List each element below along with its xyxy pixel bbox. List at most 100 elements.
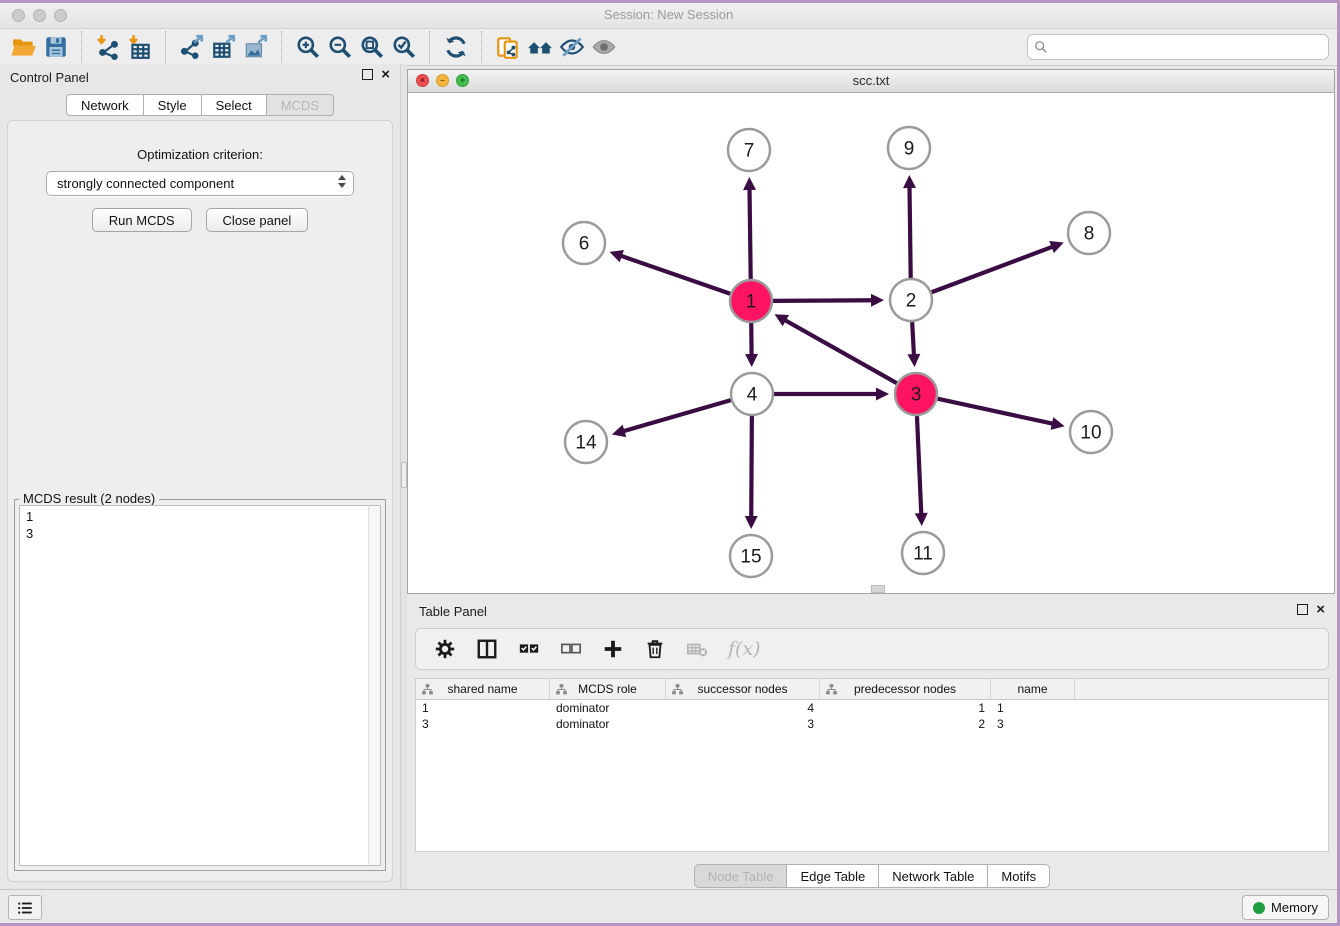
list-icon: [16, 899, 34, 917]
table-settings-gear-icon[interactable]: [434, 638, 456, 660]
table-row[interactable]: 3dominator323: [416, 716, 1328, 732]
select-all-rows-icon[interactable]: [518, 638, 540, 660]
edge-1-7[interactable]: [749, 186, 750, 279]
table-cell[interactable]: dominator: [550, 700, 666, 716]
export-network-icon: [179, 34, 205, 60]
close-panel-icon[interactable]: ×: [381, 69, 390, 80]
zoom-selected-button[interactable]: [388, 32, 420, 62]
run-mcds-button[interactable]: Run MCDS: [92, 208, 192, 232]
edge-4-14[interactable]: [621, 400, 731, 432]
network-window-title: scc.txt: [408, 73, 1334, 88]
edge-1-2[interactable]: [773, 300, 875, 301]
panel-splitter[interactable]: [400, 64, 407, 890]
mcds-result-text[interactable]: 1 3: [19, 505, 381, 866]
task-history-button[interactable]: [8, 895, 42, 920]
import-network-button[interactable]: [92, 32, 124, 62]
edge-4-15[interactable]: [751, 416, 752, 520]
svg-text:1: 1: [746, 292, 757, 313]
zoom-in-icon: [295, 34, 321, 60]
graph-node-9[interactable]: 9: [888, 127, 930, 169]
import-table-button[interactable]: [124, 32, 156, 62]
table-cell[interactable]: 1: [416, 700, 550, 716]
delete-column-trash-icon[interactable]: [644, 638, 666, 660]
network-canvas[interactable]: 1 2 3 4 6 7 8 9 10 11 14 15: [408, 92, 1334, 593]
result-scrollbar[interactable]: [368, 505, 381, 866]
graph-node-2[interactable]: 2: [890, 279, 932, 321]
tab-motifs[interactable]: Motifs: [988, 864, 1050, 888]
edge-2-9[interactable]: [909, 184, 910, 278]
apply-layout-button[interactable]: [440, 32, 472, 62]
column-header-name[interactable]: name: [991, 679, 1075, 699]
edge-arrowhead: [743, 177, 756, 190]
edge-3-1[interactable]: [782, 319, 896, 384]
canvas-scrollbar-handle[interactable]: [871, 585, 885, 593]
graph-node-8[interactable]: 8: [1068, 212, 1110, 254]
zoom-in-button[interactable]: [292, 32, 324, 62]
zoom-fit-button[interactable]: [356, 32, 388, 62]
show-all-button[interactable]: [588, 32, 620, 62]
close-panel-button[interactable]: Close panel: [206, 208, 309, 232]
svg-text:14: 14: [575, 433, 597, 454]
graph-node-3[interactable]: 3: [895, 373, 937, 415]
memory-button[interactable]: Memory: [1242, 895, 1329, 920]
first-neighbors-button[interactable]: [524, 32, 556, 62]
export-network-button[interactable]: [176, 32, 208, 62]
graph-node-6[interactable]: 6: [563, 222, 605, 264]
table-cell[interactable]: dominator: [550, 716, 666, 732]
edge-3-11[interactable]: [917, 416, 921, 517]
mcds-result-group: MCDS result (2 nodes) 1 3: [14, 499, 386, 871]
criterion-dropdown[interactable]: strongly connected component: [46, 171, 354, 196]
toggle-panes-icon[interactable]: [476, 638, 498, 660]
clone-network-button[interactable]: [492, 32, 524, 62]
column-header-predecessor-nodes[interactable]: predecessor nodes: [820, 679, 991, 699]
table-row[interactable]: 1dominator411: [416, 700, 1328, 716]
table-cell[interactable]: 1: [991, 700, 1075, 716]
edge-2-3[interactable]: [912, 322, 914, 358]
edge-3-10[interactable]: [937, 399, 1055, 425]
graph-node-11[interactable]: 11: [902, 532, 944, 574]
tab-style[interactable]: Style: [144, 94, 202, 116]
graph-node-7[interactable]: 7: [728, 129, 770, 171]
tab-mcds[interactable]: MCDS: [267, 94, 334, 116]
table-cell[interactable]: 3: [416, 716, 550, 732]
table-cell[interactable]: 4: [666, 700, 820, 716]
table-cell[interactable]: 2: [820, 716, 991, 732]
network-window-titlebar[interactable]: × – + scc.txt: [408, 70, 1334, 93]
app-title: Session: New Session: [0, 7, 1337, 22]
two-houses-icon: [527, 34, 553, 60]
table-cell[interactable]: 1: [820, 700, 991, 716]
mcds-panel: Optimization criterion: strongly connect…: [7, 120, 393, 882]
column-header-successor-nodes[interactable]: successor nodes: [666, 679, 820, 699]
close-panel-icon[interactable]: ×: [1316, 604, 1325, 615]
graph-node-10[interactable]: 10: [1070, 411, 1112, 453]
table-cell[interactable]: 3: [666, 716, 820, 732]
tab-select[interactable]: Select: [202, 94, 267, 116]
control-panel-title: Control Panel: [10, 70, 89, 85]
open-session-button[interactable]: [8, 32, 40, 62]
column-header-shared-name[interactable]: shared name: [416, 679, 550, 699]
export-image-button[interactable]: [240, 32, 272, 62]
deselect-all-rows-icon[interactable]: [560, 638, 582, 660]
search-input[interactable]: [1052, 39, 1322, 55]
edge-1-6[interactable]: [618, 255, 730, 294]
table-cell[interactable]: 3: [991, 716, 1075, 732]
edge-2-8[interactable]: [932, 246, 1056, 293]
float-panel-icon[interactable]: [362, 69, 373, 80]
tab-network[interactable]: Network: [66, 94, 144, 116]
tab-node-table[interactable]: Node Table: [694, 864, 788, 888]
hide-selected-button[interactable]: [556, 32, 588, 62]
network-graph[interactable]: 1 2 3 4 6 7 8 9 10 11 14 15: [408, 92, 1337, 593]
node-table[interactable]: shared nameMCDS rolesuccessor nodesprede…: [415, 678, 1329, 852]
column-header-MCDS-role[interactable]: MCDS role: [550, 679, 666, 699]
export-table-button[interactable]: [208, 32, 240, 62]
graph-node-14[interactable]: 14: [565, 421, 607, 463]
float-panel-icon[interactable]: [1297, 604, 1308, 615]
tab-network-table[interactable]: Network Table: [879, 864, 988, 888]
graph-node-15[interactable]: 15: [730, 535, 772, 577]
tab-edge-table[interactable]: Edge Table: [787, 864, 879, 888]
save-session-button[interactable]: [40, 32, 72, 62]
zoom-out-button[interactable]: [324, 32, 356, 62]
graph-node-1[interactable]: 1: [730, 280, 772, 322]
graph-node-4[interactable]: 4: [731, 373, 773, 415]
add-column-icon[interactable]: [602, 638, 624, 660]
